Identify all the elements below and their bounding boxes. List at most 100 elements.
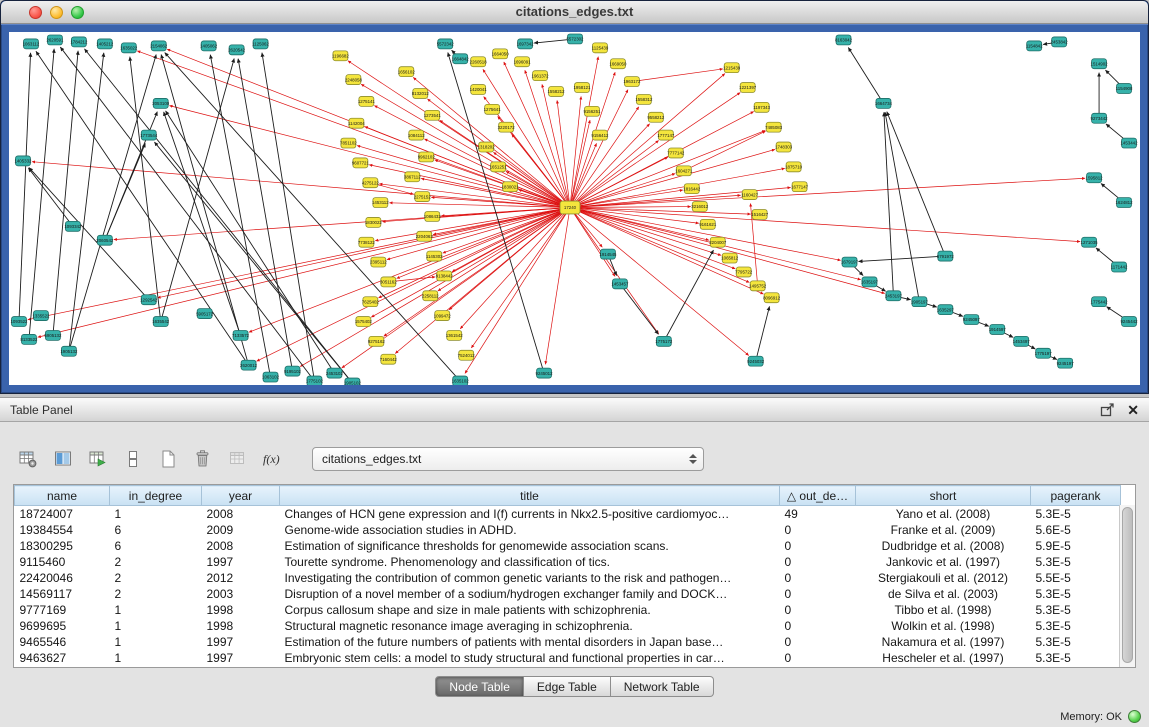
- svg-text:1086432: 1086432: [424, 214, 442, 219]
- table-row[interactable]: 2242004622012Investigating the contribut…: [15, 570, 1121, 586]
- svg-text:5905172: 5905172: [196, 311, 214, 316]
- svg-text:1905197: 1905197: [911, 299, 929, 304]
- svg-text:1275641: 1275641: [484, 107, 502, 112]
- vertical-scrollbar[interactable]: [1119, 505, 1135, 667]
- svg-text:1651251: 1651251: [490, 165, 508, 170]
- svg-text:2260518: 2260518: [470, 59, 488, 64]
- svg-text:1125062: 1125062: [252, 42, 269, 47]
- svg-text:1099472: 1099472: [434, 313, 452, 318]
- table-toolbar: f(x) citations_edges.txt: [16, 446, 1149, 472]
- svg-text:2620012: 2620012: [240, 363, 258, 368]
- network-table-selector[interactable]: citations_edges.txt: [312, 447, 704, 471]
- svg-text:1154842: 1154842: [1026, 44, 1043, 49]
- svg-text:17240: 17240: [564, 205, 577, 210]
- svg-text:2258112: 2258112: [422, 293, 439, 298]
- svg-text:8163042: 8163042: [835, 38, 853, 43]
- create-table-icon[interactable]: [156, 447, 180, 471]
- column-header[interactable]: pagerank: [1031, 486, 1121, 506]
- svg-text:1830021: 1830021: [502, 184, 520, 189]
- svg-text:1171442: 1171442: [1111, 265, 1128, 270]
- panel-title: Table Panel: [10, 403, 73, 417]
- svg-text:1084112: 1084112: [408, 133, 425, 138]
- svg-text:3867112: 3867112: [404, 174, 421, 179]
- svg-text:1215439: 1215439: [723, 65, 741, 70]
- svg-text:9156412: 9156412: [591, 133, 609, 138]
- svg-text:1160427: 1160427: [741, 192, 758, 197]
- table-row[interactable]: 1456911722003Disruption of a novel membe…: [15, 586, 1121, 602]
- tab-network-table[interactable]: Network Table: [611, 676, 714, 697]
- function-builder-icon[interactable]: f(x): [261, 447, 285, 471]
- svg-text:f(x): f(x): [263, 452, 280, 466]
- svg-text:1495752: 1495752: [749, 284, 767, 289]
- column-visibility-icon[interactable]: [51, 447, 75, 471]
- svg-text:7738122: 7738122: [358, 240, 376, 245]
- svg-text:1154908: 1154908: [1116, 86, 1133, 91]
- svg-text:1145302: 1145302: [426, 254, 443, 259]
- svg-text:1318202: 1318202: [478, 145, 496, 150]
- table-row[interactable]: 1938455462009Genome-wide association stu…: [15, 522, 1121, 538]
- table-row[interactable]: 946554611997Estimation of the future num…: [15, 634, 1121, 650]
- column-header[interactable]: year: [202, 486, 280, 506]
- svg-text:1748303: 1748303: [775, 145, 793, 150]
- svg-text:1335522: 1335522: [32, 313, 50, 318]
- column-header[interactable]: name: [15, 486, 110, 506]
- svg-text:1905132: 1905132: [60, 349, 78, 354]
- column-header[interactable]: in_degree: [110, 486, 202, 506]
- svg-text:1405062: 1405062: [200, 44, 218, 49]
- svg-text:1961372: 1961372: [532, 73, 550, 78]
- column-header[interactable]: title: [280, 486, 780, 506]
- tab-edge-table[interactable]: Edge Table: [524, 676, 611, 697]
- merge-table-icon[interactable]: [226, 447, 250, 471]
- svg-text:1816442: 1816442: [683, 186, 701, 191]
- svg-text:1963172: 1963172: [623, 79, 641, 84]
- graph-canvas[interactable]: 1724011966822248058127514111420047851102…: [9, 32, 1140, 385]
- svg-text:9161621: 9161621: [699, 222, 717, 227]
- scrollbar-thumb[interactable]: [1122, 507, 1133, 663]
- svg-text:7524012: 7524012: [458, 353, 476, 358]
- window-titlebar[interactable]: citations_edges.txt: [1, 1, 1148, 24]
- table-row[interactable]: 969969511998Structural magnetic resonanc…: [15, 618, 1121, 634]
- table-row[interactable]: 911546021997Tourette syndrome. Phenomeno…: [15, 554, 1121, 570]
- svg-text:1635542: 1635542: [152, 319, 170, 324]
- svg-text:1514902: 1514902: [1091, 61, 1109, 66]
- node-table: namein_degreeyeartitle△ out_de…shortpage…: [13, 484, 1136, 668]
- svg-text:8133522: 8133522: [20, 337, 38, 342]
- svg-text:1664842: 1664842: [452, 56, 470, 61]
- network-view-frame: 1724011966822248058127514111420047851102…: [1, 24, 1148, 393]
- column-header[interactable]: short: [856, 486, 1031, 506]
- float-panel-icon[interactable]: [1100, 403, 1115, 417]
- svg-text:1679197: 1679197: [841, 260, 859, 265]
- svg-text:1093342: 1093342: [64, 224, 82, 229]
- svg-text:7777142: 7777142: [667, 151, 685, 156]
- row-tools-icon[interactable]: [121, 447, 145, 471]
- svg-text:1142004: 1142004: [348, 121, 365, 126]
- svg-text:1905102: 1905102: [344, 381, 362, 385]
- svg-text:1405212: 1405212: [96, 42, 114, 47]
- table-row[interactable]: 946362711997Embryonic stem cells: a mode…: [15, 650, 1121, 666]
- graph-canvas-area[interactable]: 1724011966822248058127514111420047851102…: [9, 32, 1140, 385]
- import-table-icon[interactable]: [86, 447, 110, 471]
- svg-text:9245442: 9245442: [1120, 319, 1138, 324]
- table-settings-icon[interactable]: [16, 447, 40, 471]
- table-row[interactable]: 977716911998Corpus callosum shape and si…: [15, 602, 1121, 618]
- svg-text:1063102: 1063102: [262, 375, 280, 380]
- svg-text:2204007: 2204007: [709, 240, 727, 245]
- svg-text:3220172: 3220172: [498, 125, 516, 130]
- close-panel-icon[interactable]: ✕: [1127, 403, 1139, 417]
- svg-text:2395112: 2395112: [370, 260, 387, 265]
- delete-table-icon[interactable]: [191, 447, 215, 471]
- tab-node-table[interactable]: Node Table: [435, 676, 524, 697]
- svg-text:1958121: 1958121: [573, 85, 591, 90]
- svg-text:1635297: 1635297: [937, 307, 955, 312]
- svg-text:1775172: 1775172: [655, 339, 673, 344]
- svg-text:7160442: 7160442: [380, 357, 398, 362]
- svg-text:3216012: 3216012: [691, 204, 709, 209]
- table-row[interactable]: 1830029562008Estimation of significance …: [15, 538, 1121, 554]
- svg-text:1453457: 1453457: [611, 282, 629, 287]
- column-header[interactable]: △ out_de…: [780, 486, 856, 506]
- svg-text:1197343: 1197343: [753, 105, 770, 110]
- svg-text:1777147: 1777147: [657, 133, 675, 138]
- svg-text:1093522: 1093522: [10, 319, 28, 324]
- svg-text:9273442: 9273442: [1091, 116, 1109, 121]
- table-row[interactable]: 1872400712008Changes of HCN gene express…: [15, 506, 1121, 523]
